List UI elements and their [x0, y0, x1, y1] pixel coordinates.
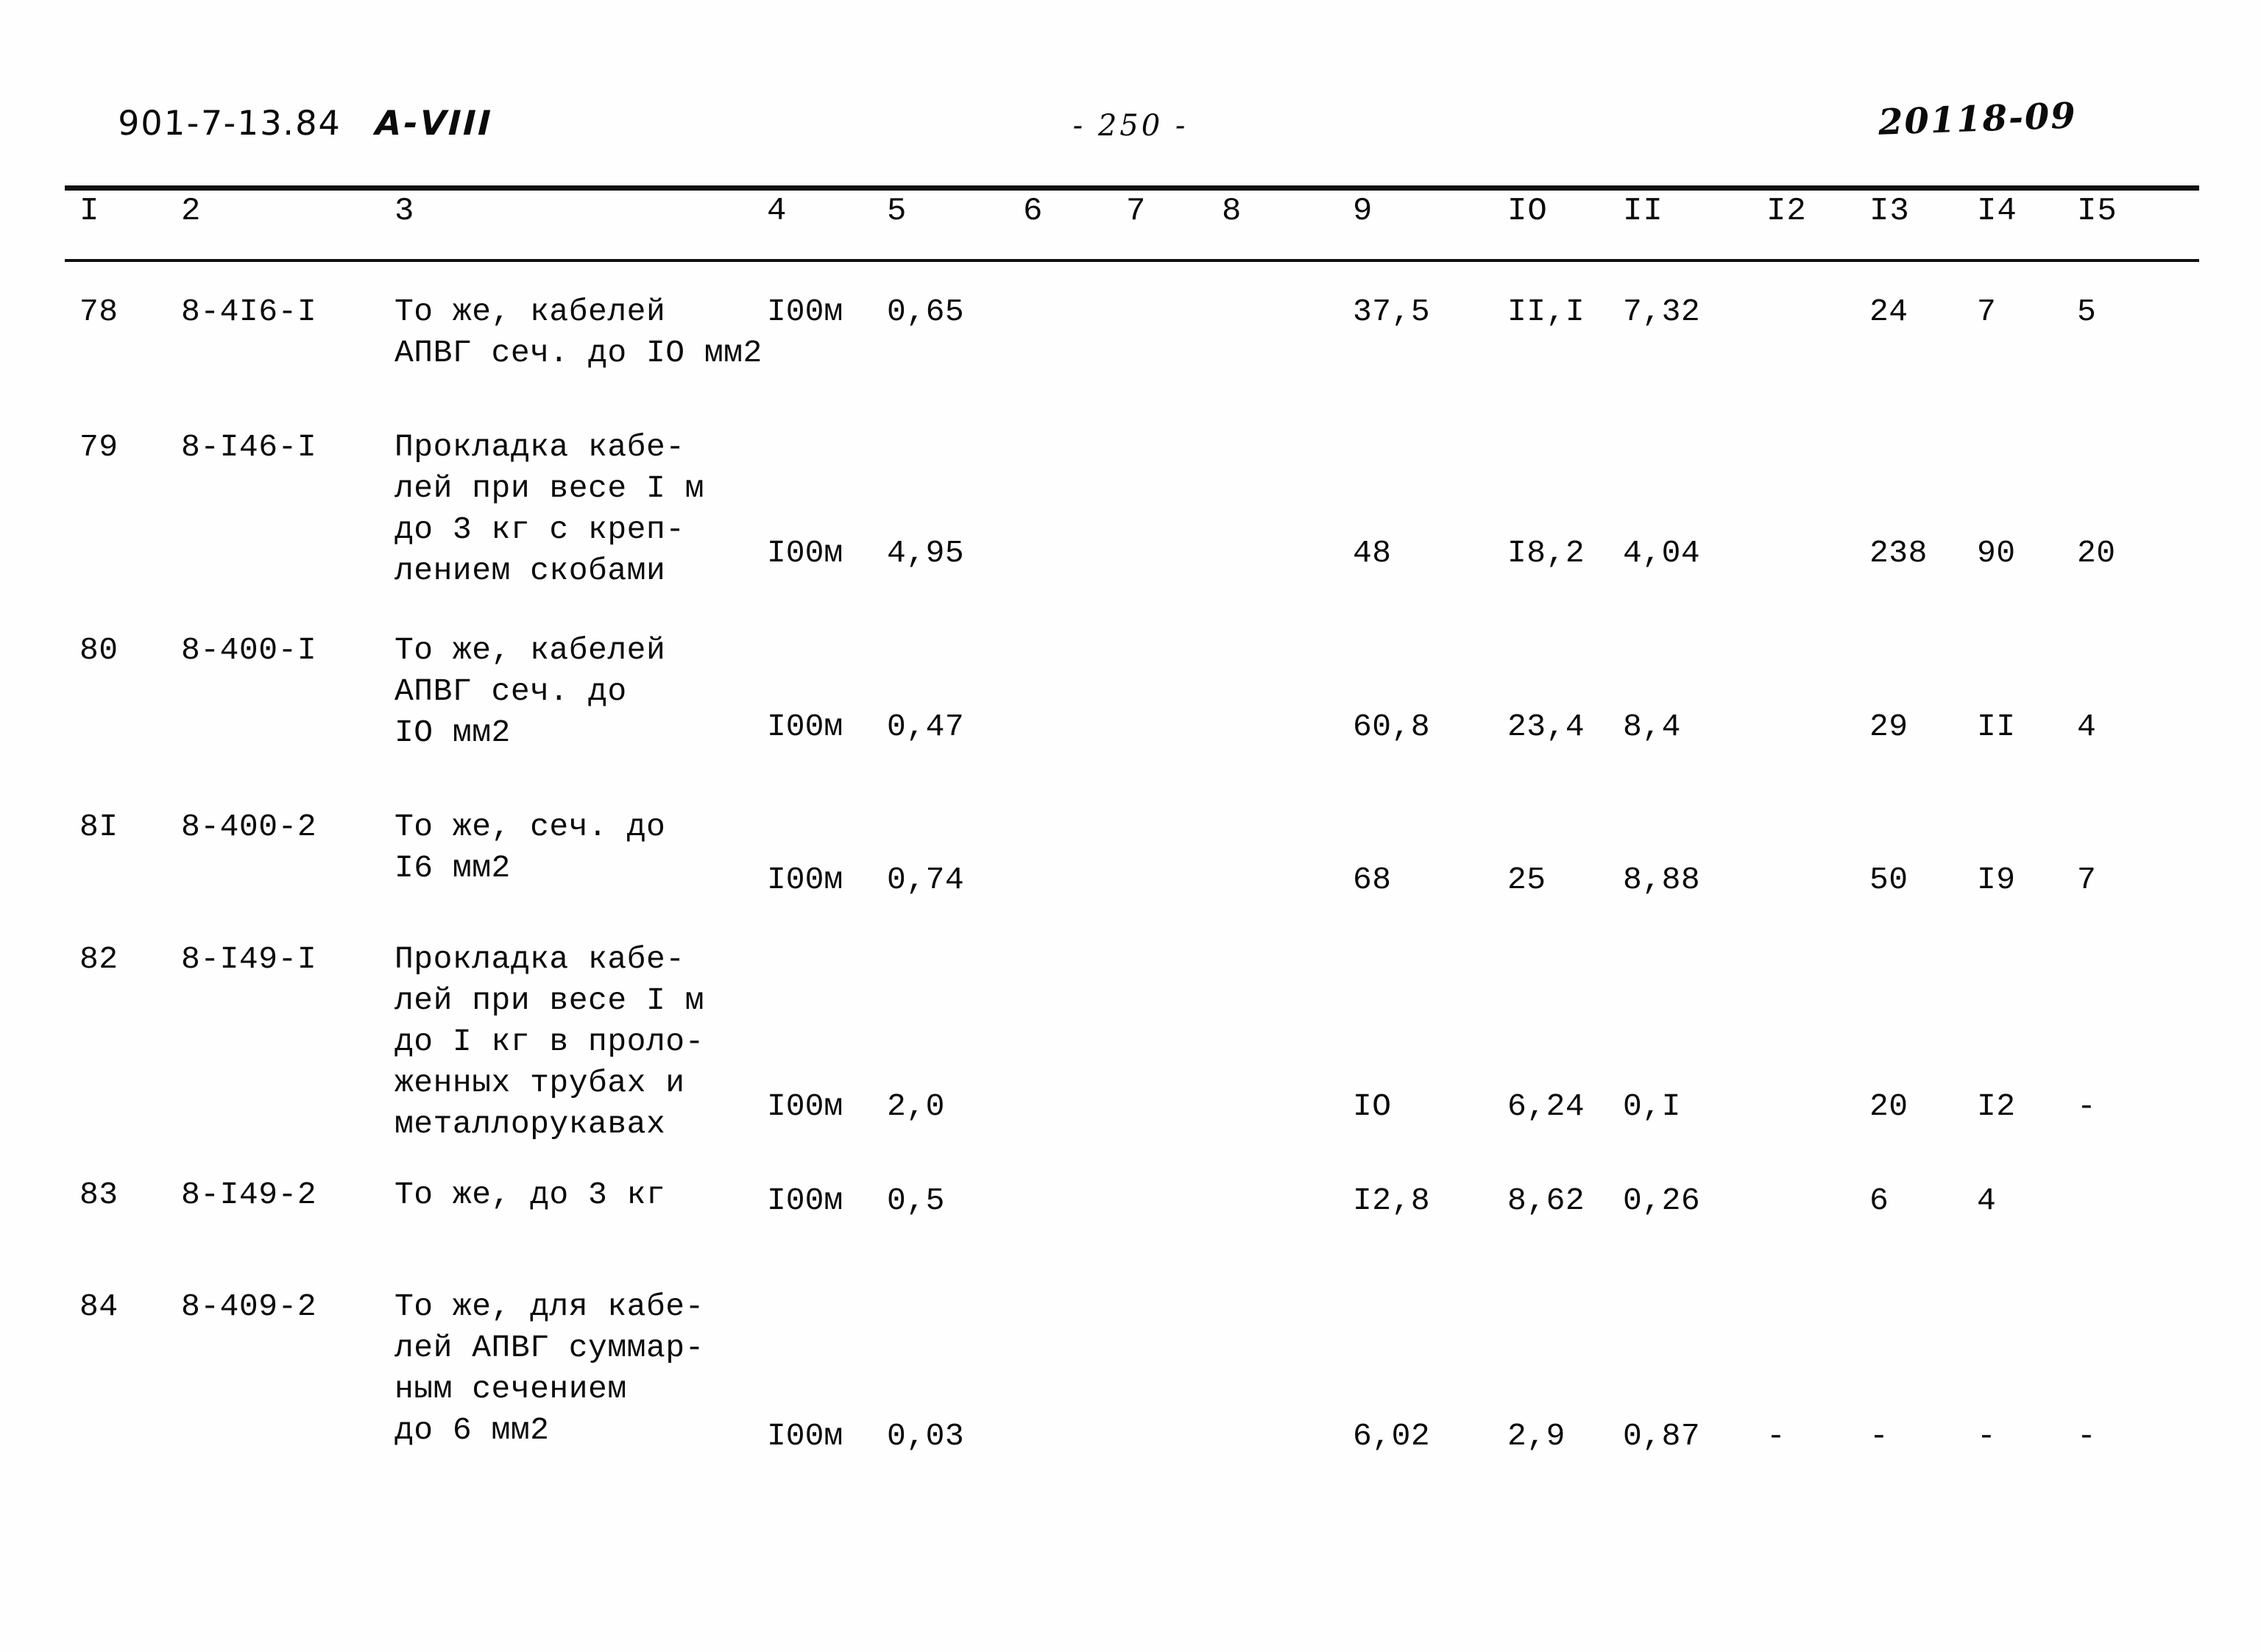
row-value-col-10: 2,9 [1507, 1418, 1565, 1454]
row-value-col-11: 8,88 [1623, 862, 1701, 898]
row-value-col-11: 0,87 [1623, 1418, 1701, 1454]
row-item-number: 82 [79, 941, 118, 977]
row-norm-code: 8-400-I [181, 632, 317, 668]
row-value-col-15: 5 [2077, 294, 2097, 330]
row-description: То же, до 3 кг [394, 1177, 666, 1213]
row-value-col-13: 24 [1869, 294, 1908, 330]
row-value-col-5: 0,5 [887, 1183, 945, 1219]
row-item-number: 80 [79, 632, 118, 668]
row-value-col-11: 7,32 [1623, 294, 1701, 330]
row-value-col-5: 2,0 [887, 1088, 945, 1124]
row-value-col-5: 4,95 [887, 535, 965, 571]
row-unit: I00м [767, 535, 843, 571]
row-norm-code: 8-I49-2 [181, 1177, 317, 1213]
row-value-col-9: 37,5 [1353, 294, 1431, 330]
row-value-col-14: - [1977, 1418, 1997, 1454]
row-value-col-14: II [1977, 709, 2016, 745]
row-item-number: 84 [79, 1288, 118, 1325]
row-description: То же, кабелей АПВГ сеч. до IO мм2 [394, 294, 762, 371]
row-value-col-15: - [2077, 1418, 2097, 1454]
row-value-col-10: I8,2 [1507, 535, 1585, 571]
row-item-number: 8I [79, 809, 118, 845]
row-unit: I00м [767, 294, 843, 330]
row-value-col-15: 7 [2077, 862, 2097, 898]
table-body: 78 8-4I6-I То же, кабелей АПВГ сеч. до IO … [0, 0, 2261, 1652]
row-value-col-11: 8,4 [1623, 709, 1681, 745]
row-unit: I00м [767, 709, 843, 745]
row-value-col-11: 0,I [1623, 1088, 1681, 1124]
row-value-col-14: 7 [1977, 294, 1997, 330]
row-value-col-5: 0,03 [887, 1418, 965, 1454]
row-value-col-15: 4 [2077, 709, 2097, 745]
row-value-col-13: 29 [1869, 709, 1908, 745]
row-norm-code: 8-I46-I [181, 429, 317, 465]
row-value-col-9: I2,8 [1353, 1183, 1431, 1219]
row-value-col-13: 6 [1869, 1183, 1889, 1219]
row-value-col-10: 23,4 [1507, 709, 1585, 745]
row-value-col-11: 0,26 [1623, 1183, 1701, 1219]
row-description: То же, для кабе- лей АПВГ суммар- ным се… [394, 1288, 704, 1448]
row-description: То же, кабелей АПВГ сеч. до IO мм2 [394, 632, 666, 751]
row-value-col-15: - [2077, 1088, 2097, 1124]
row-value-col-5: 0,65 [887, 294, 965, 330]
row-value-col-9: 48 [1353, 535, 1392, 571]
row-value-col-14: I2 [1977, 1088, 2016, 1124]
row-value-col-10: 25 [1507, 862, 1546, 898]
row-norm-code: 8-400-2 [181, 809, 317, 845]
row-value-col-14: 4 [1977, 1183, 1997, 1219]
row-value-col-13: 20 [1869, 1088, 1908, 1124]
row-value-col-5: 0,74 [887, 862, 965, 898]
row-unit: I00м [767, 1088, 843, 1124]
row-description: Прокладка кабе- лей при весе I м до 3 кг… [394, 429, 704, 589]
row-value-col-13: - [1869, 1418, 1889, 1454]
row-item-number: 83 [79, 1177, 118, 1213]
row-value-col-11: 4,04 [1623, 535, 1701, 571]
row-value-col-9: IO [1353, 1088, 1392, 1124]
row-unit: I00м [767, 862, 843, 898]
row-value-col-10: 6,24 [1507, 1088, 1585, 1124]
row-description: Прокладка кабе- лей при весе I м до I кг… [394, 941, 704, 1142]
row-value-col-5: 0,47 [887, 709, 965, 745]
row-value-col-14: 90 [1977, 535, 2016, 571]
row-value-col-9: 6,02 [1353, 1418, 1431, 1454]
row-value-col-10: II,I [1507, 294, 1585, 330]
row-value-col-13: 50 [1869, 862, 1908, 898]
row-norm-code: 8-409-2 [181, 1288, 317, 1325]
row-item-number: 78 [79, 294, 118, 330]
row-value-col-9: 60,8 [1353, 709, 1431, 745]
row-value-col-14: I9 [1977, 862, 2016, 898]
row-value-col-15: 20 [2077, 535, 2116, 571]
row-unit: I00м [767, 1418, 843, 1454]
row-value-col-10: 8,62 [1507, 1183, 1585, 1219]
row-norm-code: 8-4I6-I [181, 294, 317, 330]
row-item-number: 79 [79, 429, 118, 465]
row-value-col-13: 238 [1869, 535, 1928, 571]
row-value-col-9: 68 [1353, 862, 1392, 898]
row-value-col-12: - [1766, 1418, 1786, 1454]
row-norm-code: 8-I49-I [181, 941, 317, 977]
row-unit: I00м [767, 1183, 843, 1219]
row-description: То же, сеч. до I6 мм2 [394, 809, 666, 886]
scanned-page: 901-7-13.84 А-VIII - 250 - 20118-09 I 2 3… [0, 0, 2261, 1652]
